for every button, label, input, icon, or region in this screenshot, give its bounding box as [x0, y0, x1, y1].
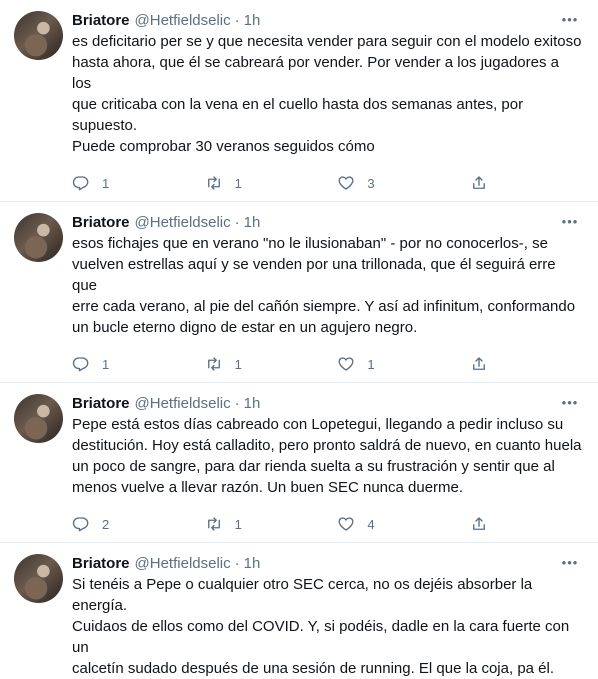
- author-name[interactable]: Briatore: [72, 12, 130, 29]
- tweet-header: Briatore @Hetfieldselic · 1h •••: [72, 10, 582, 30]
- avatar[interactable]: [14, 394, 63, 443]
- tweet[interactable]: Briatore @Hetfieldselic · 1h ••• Si tené…: [0, 543, 598, 679]
- tweet-content: Briatore @Hetfieldselic · 1h ••• es defi…: [72, 10, 582, 201]
- tweet[interactable]: Briatore @Hetfieldselic · 1h ••• Pepe es…: [0, 383, 598, 543]
- timestamp[interactable]: 1h: [244, 395, 261, 412]
- timestamp[interactable]: 1h: [244, 555, 261, 572]
- like-count: 4: [367, 516, 375, 532]
- share-button[interactable]: [470, 355, 500, 373]
- avatar[interactable]: [14, 11, 63, 60]
- separator-dot: ·: [234, 213, 240, 231]
- timestamp[interactable]: 1h: [244, 12, 261, 29]
- reply-button[interactable]: 1: [72, 355, 205, 373]
- tweet-content: Briatore @Hetfieldselic · 1h ••• esos fi…: [72, 212, 582, 382]
- tweet[interactable]: Briatore @Hetfieldselic · 1h ••• es defi…: [0, 0, 598, 202]
- more-icon[interactable]: •••: [560, 215, 580, 228]
- retweet-icon: [207, 176, 220, 190]
- reply-count: 1: [102, 175, 110, 191]
- author-handle[interactable]: @Hetfieldselic: [135, 555, 231, 572]
- author-handle[interactable]: @Hetfieldselic: [135, 214, 231, 231]
- tweet-actions: 1 1 3: [72, 165, 582, 201]
- like-icon: [338, 176, 354, 190]
- tweet[interactable]: Briatore @Hetfieldselic · 1h ••• esos fi…: [0, 202, 598, 383]
- author-handle[interactable]: @Hetfieldselic: [135, 12, 231, 29]
- tweet-text: es deficitario per se y que necesita ven…: [72, 33, 582, 155]
- retweet-icon: [207, 357, 220, 371]
- avatar-column: [14, 10, 72, 201]
- reply-count: 1: [102, 356, 110, 372]
- retweet-button[interactable]: 1: [205, 515, 338, 533]
- share-icon: [473, 517, 485, 530]
- timeline: Briatore @Hetfieldselic · 1h ••• es defi…: [0, 0, 598, 679]
- like-icon: [338, 517, 354, 531]
- like-button[interactable]: 4: [337, 515, 470, 533]
- author-name[interactable]: Briatore: [72, 395, 130, 412]
- reply-button[interactable]: 2: [72, 515, 205, 533]
- tweet-header: Briatore @Hetfieldselic · 1h •••: [72, 393, 582, 413]
- like-icon: [338, 357, 354, 371]
- retweet-button[interactable]: 1: [205, 355, 338, 373]
- reply-count: 2: [102, 516, 110, 532]
- tweet-text: Si tenéis a Pepe o cualquier otro SEC ce…: [72, 576, 570, 677]
- author-handle[interactable]: @Hetfieldselic: [135, 395, 231, 412]
- share-button[interactable]: [470, 515, 500, 533]
- tweet-actions: 2 1 4: [72, 506, 582, 542]
- avatar-column: [14, 212, 72, 382]
- like-count: 1: [367, 356, 375, 372]
- avatar[interactable]: [14, 554, 63, 603]
- more-icon[interactable]: •••: [560, 556, 580, 569]
- reply-icon: [72, 357, 89, 372]
- reply-icon: [72, 517, 89, 532]
- tweet-text: esos fichajes que en verano "no le ilusi…: [72, 235, 576, 336]
- retweet-count: 1: [234, 356, 242, 372]
- separator-dot: ·: [234, 394, 240, 412]
- like-button[interactable]: 3: [337, 174, 470, 192]
- retweet-count: 1: [234, 175, 242, 191]
- more-icon[interactable]: •••: [560, 396, 580, 409]
- share-icon: [473, 176, 485, 189]
- tweet-actions: 1 1 1: [72, 346, 582, 382]
- retweet-icon: [207, 517, 220, 531]
- avatar-column: [14, 393, 72, 542]
- reply-button[interactable]: 1: [72, 174, 205, 192]
- tweet-content: Briatore @Hetfieldselic · 1h ••• Pepe es…: [72, 393, 582, 542]
- tweet-content: Briatore @Hetfieldselic · 1h ••• Si tené…: [72, 553, 582, 679]
- separator-dot: ·: [234, 554, 240, 572]
- like-count: 3: [367, 175, 375, 191]
- author-name[interactable]: Briatore: [72, 214, 130, 231]
- like-button[interactable]: 1: [337, 355, 470, 373]
- more-icon[interactable]: •••: [560, 13, 580, 26]
- avatar[interactable]: [14, 213, 63, 262]
- share-icon: [473, 357, 485, 370]
- retweet-count: 1: [234, 516, 242, 532]
- tweet-header: Briatore @Hetfieldselic · 1h •••: [72, 553, 582, 573]
- tweet-text: Pepe está estos días cabreado con Lopete…: [72, 416, 582, 496]
- avatar-column: [14, 553, 72, 679]
- share-button[interactable]: [470, 174, 500, 192]
- timestamp[interactable]: 1h: [244, 214, 261, 231]
- separator-dot: ·: [234, 11, 240, 29]
- retweet-button[interactable]: 1: [205, 174, 338, 192]
- tweet-header: Briatore @Hetfieldselic · 1h •••: [72, 212, 582, 232]
- reply-icon: [72, 176, 89, 191]
- author-name[interactable]: Briatore: [72, 555, 130, 572]
